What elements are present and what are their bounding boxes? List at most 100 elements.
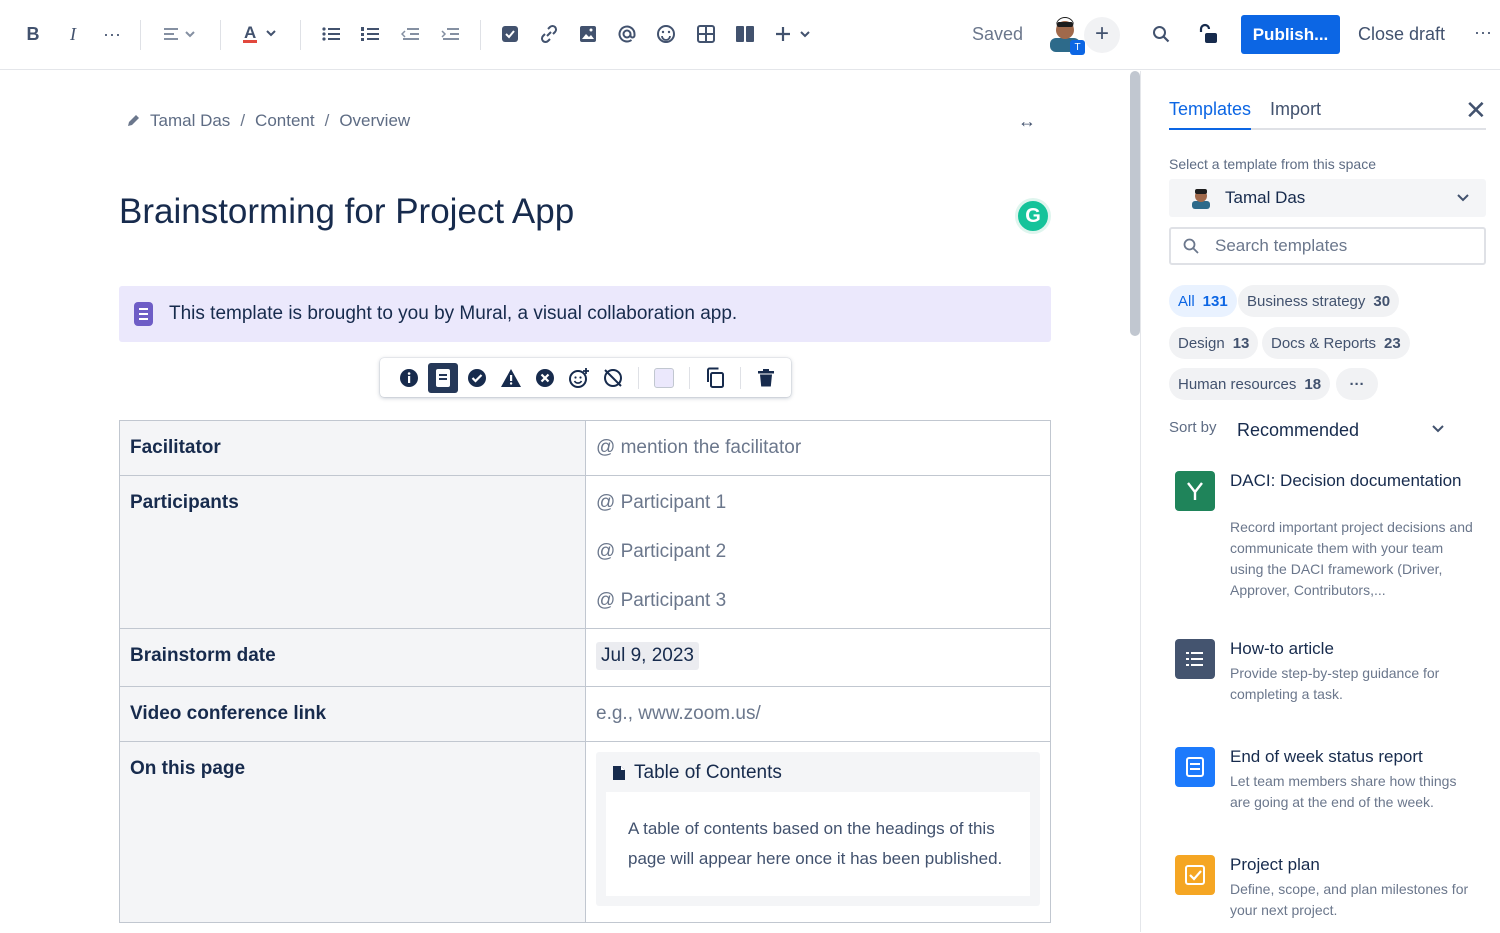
image-button[interactable] [575, 17, 601, 51]
italic-button[interactable]: I [62, 17, 84, 51]
insert-more-button[interactable] [772, 17, 814, 51]
note-panel[interactable]: This template is brought to you by Mural… [119, 286, 1051, 342]
select-template-label: Select a template from this space [1169, 156, 1376, 172]
tab-templates[interactable]: Templates [1169, 99, 1252, 130]
pencil-icon [128, 115, 139, 126]
close-icon[interactable]: ✕ [1465, 95, 1487, 126]
table-header-cell[interactable]: Facilitator [119, 420, 586, 476]
invite-button[interactable]: + [1084, 17, 1120, 53]
more-actions-button[interactable]: ··· [1474, 22, 1492, 43]
chevron-down-icon[interactable] [1431, 421, 1445, 437]
sort-select[interactable]: Recommended [1237, 420, 1359, 441]
indent-button[interactable] [437, 17, 463, 51]
find-replace-button[interactable] [1148, 17, 1174, 51]
toolbar-divider [220, 20, 221, 50]
sidebar-tabs: Templates Import [1169, 99, 1486, 130]
full-width-toggle-icon[interactable]: ↔ [1018, 111, 1036, 132]
chip-more[interactable]: ··· [1336, 368, 1378, 400]
template-card-daci[interactable]: DACI: Decision documentation Record impo… [1175, 469, 1475, 604]
link-button[interactable] [536, 17, 562, 51]
page-title[interactable]: Brainstorming for Project App [119, 192, 574, 232]
participant-mention[interactable]: @ Participant 1 [596, 492, 1040, 514]
layouts-button[interactable] [732, 17, 758, 51]
delete-panel-button[interactable] [749, 363, 783, 393]
error-panel-button[interactable] [528, 363, 562, 393]
text-color-button[interactable]: A [240, 17, 280, 51]
editor-scrollbar[interactable] [1130, 71, 1140, 336]
table-header-cell[interactable]: Video conference link [119, 686, 586, 742]
bold-button[interactable]: B [22, 17, 44, 51]
outdent-button[interactable] [397, 17, 423, 51]
mention-button[interactable] [614, 17, 640, 51]
template-card-project-plan[interactable]: Project plan Define, scope, and plan mil… [1175, 853, 1475, 933]
chip-count: 18 [1304, 375, 1322, 393]
toolbar-divider [740, 366, 741, 389]
success-panel-button[interactable] [460, 363, 494, 393]
tab-import[interactable]: Import [1270, 99, 1321, 128]
chip-docs-reports[interactable]: Docs & Reports 23 [1262, 327, 1410, 359]
search-icon [1153, 26, 1170, 43]
toc-header: Table of Contents [606, 762, 1030, 792]
panel-color-swatch[interactable] [654, 367, 674, 388]
breadcrumb: Tamal Das / Content / Overview [126, 111, 410, 131]
svg-text:A: A [244, 23, 256, 42]
template-search[interactable] [1169, 227, 1486, 265]
toolbar-divider [480, 20, 481, 50]
table-header-cell[interactable]: Participants [119, 475, 586, 629]
templates-sidebar: Templates Import ✕ Select a template fro… [1141, 71, 1500, 932]
toc-cell[interactable]: Table of Contents A table of contents ba… [585, 741, 1051, 923]
table-header-cell[interactable]: Brainstorm date [119, 628, 586, 687]
template-card-status-report[interactable]: End of week status report Let team membe… [1175, 745, 1475, 825]
image-icon [580, 26, 596, 42]
breadcrumb-item-space[interactable]: Tamal Das [150, 111, 230, 131]
participant-mention[interactable]: @ Participant 3 [596, 590, 1040, 612]
search-input[interactable] [1215, 236, 1465, 256]
breadcrumb-item-content[interactable]: Content [255, 111, 315, 131]
chip-all[interactable]: All 131 [1169, 285, 1237, 317]
grammarly-icon[interactable]: G [1015, 198, 1051, 234]
space-select[interactable]: Tamal Das [1169, 179, 1486, 217]
warning-panel-button[interactable] [494, 363, 528, 393]
checkbox-icon [502, 26, 518, 42]
bullet-list-button[interactable] [318, 17, 344, 51]
participant-mention[interactable]: @ Participant 2 [596, 541, 1040, 563]
brainstorm-date-cell[interactable]: Jul 9, 2023 [585, 628, 1051, 687]
toc-macro[interactable]: Table of Contents A table of contents ba… [596, 752, 1040, 906]
facilitator-field[interactable]: @ mention the facilitator [585, 420, 1051, 476]
emoji-icon [657, 25, 675, 43]
editor-toolbar: B I ··· A Saved T + Publish... Close dra… [0, 0, 1500, 70]
bullet-list-icon [322, 27, 340, 41]
publish-button[interactable]: Publish... [1241, 15, 1340, 54]
chip-human-resources[interactable]: Human resources 18 [1169, 368, 1331, 400]
custom-panel-button[interactable] [562, 363, 596, 393]
chip-design[interactable]: Design 13 [1169, 327, 1259, 359]
trash-icon [758, 368, 774, 386]
video-link-field[interactable]: e.g., www.zoom.us/ [585, 686, 1051, 742]
template-card-how-to[interactable]: How-to article Provide step-by-step guid… [1175, 637, 1475, 717]
table-button[interactable] [693, 17, 719, 51]
table-icon [697, 25, 715, 43]
chip-business-strategy[interactable]: Business strategy 30 [1238, 285, 1400, 317]
more-formatting-button[interactable]: ··· [100, 17, 124, 51]
breadcrumb-item-overview[interactable]: Overview [339, 111, 410, 131]
emoji-button[interactable] [653, 17, 679, 51]
remove-emoji-button[interactable] [596, 363, 630, 393]
breadcrumb-separator: / [240, 111, 246, 130]
note-panel-text: This template is brought to you by Mural… [169, 303, 738, 324]
participants-cell[interactable]: @ Participant 1 @ Participant 2 @ Partic… [585, 475, 1051, 629]
table-row: Facilitator @ mention the facilitator [119, 420, 1051, 476]
info-panel-button[interactable] [392, 363, 426, 393]
note-icon [134, 302, 153, 326]
task-button[interactable] [497, 17, 523, 51]
template-title: How-to article [1230, 639, 1334, 658]
restrictions-button[interactable] [1195, 17, 1221, 51]
numbered-list-button[interactable] [357, 17, 383, 51]
note-panel-button[interactable] [428, 362, 458, 393]
save-status: Saved [972, 24, 1024, 44]
table-header-cell[interactable]: On this page [119, 741, 586, 923]
date-chip[interactable]: Jul 9, 2023 [596, 642, 699, 670]
copy-button[interactable] [698, 363, 732, 393]
close-draft-button[interactable]: Close draft [1358, 24, 1445, 45]
text-alignment-button[interactable] [160, 17, 200, 51]
toc-title: Table of Contents [634, 762, 782, 783]
